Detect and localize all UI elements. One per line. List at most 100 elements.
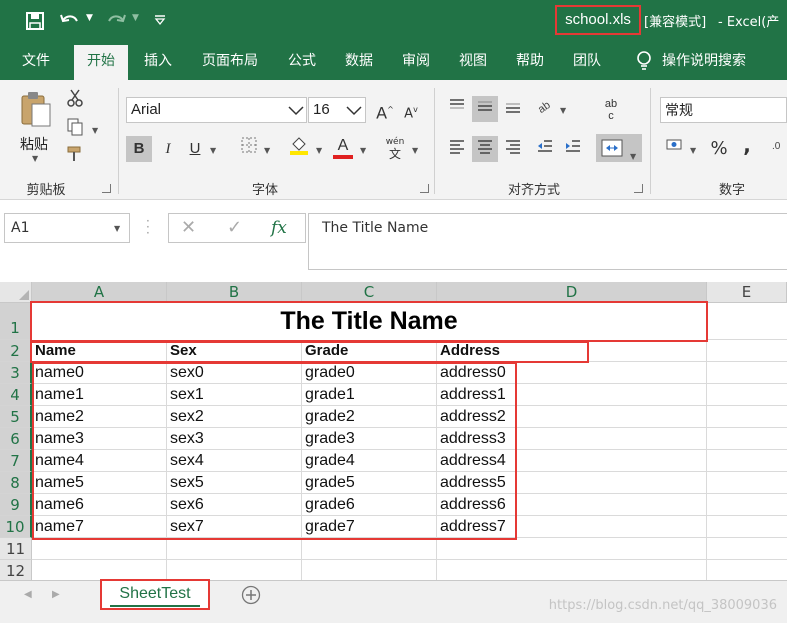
header-cell[interactable]: Sex	[167, 340, 302, 362]
decrease-indent-icon[interactable]	[532, 136, 558, 162]
data-cell[interactable]: name6	[32, 494, 167, 516]
row-header[interactable]: 5	[0, 406, 32, 428]
tab-review[interactable]: 审阅	[392, 42, 440, 80]
previous-sheet-icon[interactable]: ◀	[24, 589, 32, 600]
copy-icon[interactable]	[62, 117, 88, 143]
row-header[interactable]: 12	[0, 560, 32, 580]
tab-file[interactable]: 文件	[10, 42, 62, 80]
accounting-dropdown-icon[interactable]: ▼	[690, 146, 696, 155]
font-name-select[interactable]: Arial	[126, 97, 307, 123]
data-cell[interactable]: address4	[437, 450, 587, 472]
data-cell[interactable]: grade3	[302, 428, 437, 450]
comma-button[interactable]: ,	[734, 132, 760, 158]
borders-icon[interactable]	[236, 136, 262, 162]
tell-me-search[interactable]: 操作说明搜索	[662, 42, 762, 80]
data-cell[interactable]: name1	[32, 384, 167, 406]
sheet-tab[interactable]: SheetTest	[100, 579, 210, 610]
data-cell[interactable]: grade7	[302, 516, 437, 538]
copy-dropdown-icon[interactable]: ▼	[92, 126, 98, 135]
align-bottom-icon[interactable]	[500, 96, 526, 122]
font-color-dropdown-icon[interactable]: ▼	[360, 146, 366, 155]
number-format-select[interactable]: 常规	[660, 97, 787, 123]
merge-dropdown-icon[interactable]: ▼	[630, 144, 636, 170]
align-middle-icon[interactable]	[472, 96, 498, 122]
tab-insert[interactable]: 插入	[134, 42, 182, 80]
data-cell[interactable]: sex5	[167, 472, 302, 494]
cut-icon[interactable]	[62, 88, 88, 114]
data-cell[interactable]: grade2	[302, 406, 437, 428]
formula-bar-grip-icon[interactable]: · · ·	[146, 215, 150, 239]
column-header-c[interactable]: C	[302, 282, 437, 303]
data-cell[interactable]: sex6	[167, 494, 302, 516]
header-cell[interactable]: Name	[32, 340, 167, 362]
accounting-format-icon[interactable]	[662, 136, 688, 162]
font-name-dropdown-icon[interactable]	[288, 106, 304, 116]
row-header[interactable]: 10	[0, 516, 32, 538]
orientation-dropdown-icon[interactable]: ▼	[560, 106, 566, 115]
data-cell[interactable]: sex7	[167, 516, 302, 538]
tab-home[interactable]: 开始	[74, 45, 128, 80]
redo-dropdown-icon[interactable]: ▼	[132, 13, 139, 23]
customize-toolbar-icon[interactable]	[152, 10, 168, 32]
italic-button[interactable]: I	[155, 136, 181, 162]
align-left-icon[interactable]	[444, 136, 470, 162]
clipboard-launcher-icon[interactable]	[102, 184, 111, 193]
select-all-corner[interactable]	[0, 282, 32, 303]
underline-dropdown-icon[interactable]: ▼	[210, 146, 216, 155]
font-size-dropdown-icon[interactable]	[346, 106, 362, 116]
row-header[interactable]: 3	[0, 362, 32, 384]
name-box[interactable]: A1	[4, 213, 130, 243]
column-header-d[interactable]: D	[437, 282, 707, 303]
column-header-b[interactable]: B	[167, 282, 302, 303]
data-cell[interactable]: sex0	[167, 362, 302, 384]
alignment-launcher-icon[interactable]	[634, 184, 643, 193]
row-header[interactable]: 1	[0, 303, 32, 340]
enter-icon[interactable]: ✓	[227, 216, 242, 240]
row-header[interactable]: 8	[0, 472, 32, 494]
font-color-button[interactable]: A	[330, 132, 356, 162]
data-cell[interactable]: sex3	[167, 428, 302, 450]
format-painter-icon[interactable]	[62, 144, 88, 170]
save-icon[interactable]	[24, 10, 46, 32]
insert-function-icon[interactable]: fx	[271, 216, 287, 240]
row-header[interactable]: 4	[0, 384, 32, 406]
undo-icon[interactable]	[58, 10, 82, 32]
redo-icon[interactable]	[104, 10, 128, 32]
phonetic-dropdown-icon[interactable]: ▼	[412, 146, 418, 155]
fill-color-dropdown-icon[interactable]: ▼	[316, 146, 322, 155]
header-cell[interactable]: Grade	[302, 340, 437, 362]
underline-button[interactable]: U	[182, 136, 208, 162]
title-cell[interactable]: The Title Name	[32, 303, 706, 340]
data-cell[interactable]: name5	[32, 472, 167, 494]
header-cell[interactable]: Address	[437, 340, 587, 362]
data-cell[interactable]: name4	[32, 450, 167, 472]
column-header-e[interactable]: E	[707, 282, 787, 303]
merge-center-icon[interactable]: ▼	[596, 134, 642, 162]
borders-dropdown-icon[interactable]: ▼	[264, 146, 270, 155]
data-cell[interactable]: grade0	[302, 362, 437, 384]
fill-color-icon[interactable]	[286, 134, 312, 160]
data-cell[interactable]: sex4	[167, 450, 302, 472]
data-cell[interactable]: grade4	[302, 450, 437, 472]
orientation-icon[interactable]: ab	[532, 96, 558, 122]
align-top-icon[interactable]	[444, 96, 470, 122]
increase-decimal-icon[interactable]: .0	[768, 136, 787, 162]
shrink-font-button[interactable]: Av	[398, 97, 424, 123]
data-cell[interactable]: sex2	[167, 406, 302, 428]
tab-view[interactable]: 视图	[449, 42, 497, 80]
cancel-icon[interactable]: ✕	[181, 216, 196, 240]
add-sheet-icon[interactable]	[241, 585, 261, 605]
data-cell[interactable]: address3	[437, 428, 587, 450]
data-cell[interactable]: address7	[437, 516, 587, 538]
tab-page-layout[interactable]: 页面布局	[192, 42, 268, 80]
align-center-icon[interactable]	[472, 136, 498, 162]
grow-font-button[interactable]: A^	[372, 97, 398, 123]
row-header[interactable]: 2	[0, 340, 32, 362]
row-header[interactable]: 7	[0, 450, 32, 472]
wrap-text-button[interactable]: ab c	[598, 96, 624, 122]
percent-button[interactable]: %	[706, 136, 732, 162]
formula-input[interactable]: The Title Name	[308, 213, 787, 270]
column-header-a[interactable]: A	[32, 282, 167, 303]
worksheet-grid[interactable]: A B C D E 1 2 3 4 5 6 7 8 9 10 11 12 The Title Name…	[0, 282, 787, 580]
tab-data[interactable]: 数据	[334, 42, 384, 80]
